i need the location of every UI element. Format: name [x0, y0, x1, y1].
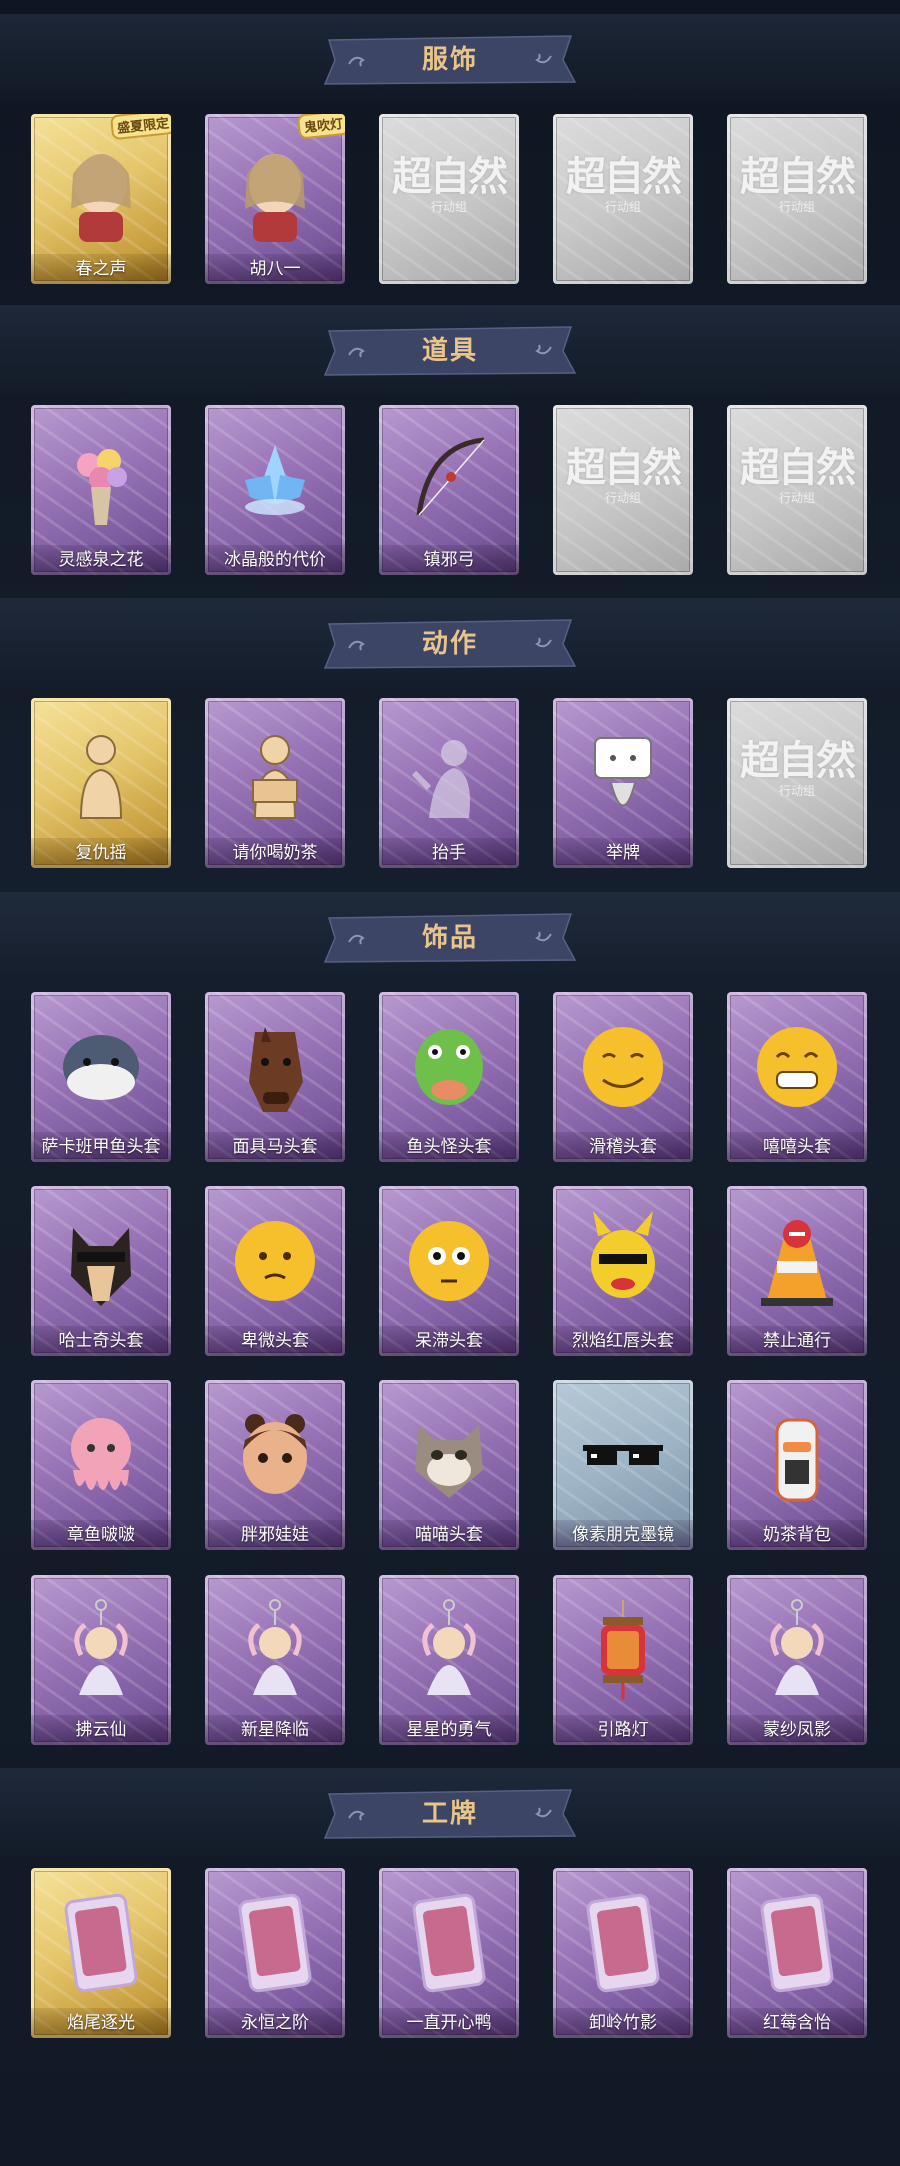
reward-name: 星星的勇气 [379, 1715, 519, 1745]
reward-card[interactable]: 冰晶般的代价 [205, 405, 345, 575]
reward-name: 烈焰红唇头套 [553, 1326, 693, 1356]
locked-reward-card[interactable]: 超自然 行动组 [727, 114, 867, 284]
reward-card[interactable]: 烈焰红唇头套 [553, 1186, 693, 1356]
reward-name: 灵感泉之花 [31, 545, 171, 575]
reward-card[interactable]: 滑稽头套 [553, 992, 693, 1162]
reward-card[interactable]: 面具马头套 [205, 992, 345, 1162]
card-border [727, 698, 867, 868]
reward-card[interactable]: 星星的勇气 [379, 1575, 519, 1745]
reward-card[interactable]: 卑微头套 [205, 1186, 345, 1356]
reward-name: 喵喵头套 [379, 1520, 519, 1550]
card-border [553, 114, 693, 284]
reward-name: 新星降临 [205, 1715, 345, 1745]
reward-card[interactable]: 禁止通行 [727, 1186, 867, 1356]
reward-card[interactable]: 哈士奇头套 [31, 1186, 171, 1356]
reward-name: 复仇摇 [31, 838, 171, 868]
card-border [727, 114, 867, 284]
reward-card[interactable]: 章鱼啵啵 [31, 1380, 171, 1550]
reward-card[interactable]: 复仇摇 [31, 698, 171, 868]
reward-name: 哈士奇头套 [31, 1326, 171, 1356]
reward-card[interactable]: 嘻嘻头套 [727, 992, 867, 1162]
reward-card[interactable]: 胖邪娃娃 [205, 1380, 345, 1550]
reward-card[interactable]: 焰尾逐光 [31, 1868, 171, 2038]
reward-card[interactable]: 盛夏限定 春之声 [31, 114, 171, 284]
reward-name: 面具马头套 [205, 1132, 345, 1162]
card-border [727, 405, 867, 575]
reward-card[interactable]: 蒙纱凤影 [727, 1575, 867, 1745]
reward-name: 胖邪娃娃 [205, 1520, 345, 1550]
reward-card[interactable]: 鬼吹灯 胡八一 [205, 114, 345, 284]
reward-name: 焰尾逐光 [31, 2008, 171, 2038]
reward-name: 萨卡班甲鱼头套 [31, 1132, 171, 1162]
locked-reward-card[interactable]: 超自然 行动组 [727, 405, 867, 575]
reward-name: 卸岭竹影 [553, 2008, 693, 2038]
section-title: 动作 [421, 629, 478, 659]
reward-card[interactable]: 灵感泉之花 [31, 405, 171, 575]
reward-card[interactable]: 鱼头怪头套 [379, 992, 519, 1162]
reward-card[interactable]: 新星降临 [205, 1575, 345, 1745]
reward-name: 一直开心鸭 [379, 2008, 519, 2038]
reward-name: 像素朋克墨镜 [553, 1520, 693, 1550]
reward-name: 红莓含怡 [727, 2008, 867, 2038]
reward-card[interactable]: 镇邪弓 [379, 405, 519, 575]
section-header: 道具 [319, 325, 581, 377]
section-header: 动作 [319, 618, 581, 670]
reward-name: 滑稽头套 [553, 1132, 693, 1162]
reward-name: 镇邪弓 [379, 545, 519, 575]
reward-card[interactable]: 萨卡班甲鱼头套 [31, 992, 171, 1162]
reward-card[interactable]: 引路灯 [553, 1575, 693, 1745]
reward-card[interactable]: 像素朋克墨镜 [553, 1380, 693, 1550]
reward-card[interactable]: 喵喵头套 [379, 1380, 519, 1550]
section-header: 饰品 [319, 912, 581, 964]
reward-name: 鱼头怪头套 [379, 1132, 519, 1162]
section-title: 服饰 [421, 45, 478, 75]
card-border [553, 405, 693, 575]
rewards-page: 服饰 盛夏限定 春之声 鬼吹灯 胡八一 超自然 行动组 超自然 行动组 超自然 行动组 道具 灵感泉之花… [0, 0, 900, 2166]
reward-name: 请你喝奶茶 [205, 838, 345, 868]
section-title: 饰品 [421, 923, 478, 953]
reward-card[interactable]: 举牌 [553, 698, 693, 868]
reward-name: 春之声 [31, 254, 171, 284]
section-header: 服饰 [319, 34, 581, 86]
reward-name: 章鱼啵啵 [31, 1520, 171, 1550]
reward-name: 卑微头套 [205, 1326, 345, 1356]
reward-card[interactable]: 呆滞头套 [379, 1186, 519, 1356]
reward-card[interactable]: 红莓含怡 [727, 1868, 867, 2038]
reward-name: 抬手 [379, 838, 519, 868]
reward-name: 奶茶背包 [727, 1520, 867, 1550]
reward-name: 引路灯 [553, 1715, 693, 1745]
section-title: 工牌 [421, 1799, 478, 1829]
locked-reward-card[interactable]: 超自然 行动组 [553, 405, 693, 575]
reward-card[interactable]: 抬手 [379, 698, 519, 868]
locked-reward-card[interactable]: 超自然 行动组 [553, 114, 693, 284]
card-border [379, 114, 519, 284]
reward-card[interactable]: 永恒之阶 [205, 1868, 345, 2038]
reward-name: 拂云仙 [31, 1715, 171, 1745]
reward-card[interactable]: 请你喝奶茶 [205, 698, 345, 868]
reward-name: 呆滞头套 [379, 1326, 519, 1356]
reward-name: 举牌 [553, 838, 693, 868]
section-title: 道具 [421, 336, 478, 366]
reward-name: 胡八一 [205, 254, 345, 284]
locked-reward-card[interactable]: 超自然 行动组 [727, 698, 867, 868]
reward-name: 蒙纱凤影 [727, 1715, 867, 1745]
section-header: 工牌 [319, 1788, 581, 1840]
reward-card[interactable]: 拂云仙 [31, 1575, 171, 1745]
locked-reward-card[interactable]: 超自然 行动组 [379, 114, 519, 284]
reward-card[interactable]: 卸岭竹影 [553, 1868, 693, 2038]
reward-name: 冰晶般的代价 [205, 545, 345, 575]
reward-name: 禁止通行 [727, 1326, 867, 1356]
reward-card[interactable]: 奶茶背包 [727, 1380, 867, 1550]
reward-card[interactable]: 一直开心鸭 [379, 1868, 519, 2038]
reward-name: 永恒之阶 [205, 2008, 345, 2038]
reward-name: 嘻嘻头套 [727, 1132, 867, 1162]
